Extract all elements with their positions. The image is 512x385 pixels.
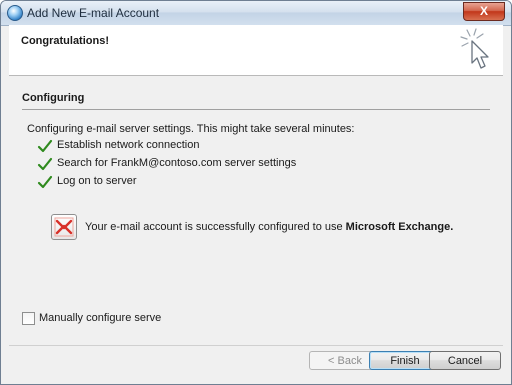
section-divider — [22, 109, 490, 110]
wizard-header: Congratulations! — [9, 25, 503, 76]
wizard-content: Configuring Configuring e-mail server se… — [9, 76, 503, 346]
result-text-body: Your e-mail account is successfully conf… — [85, 221, 346, 233]
result-message: Your e-mail account is successfully conf… — [51, 214, 491, 242]
window-title: Add New E-mail Account — [27, 6, 160, 20]
page-title: Congratulations! — [21, 35, 109, 47]
close-button[interactable]: X — [463, 2, 505, 21]
step-label: Search for FrankM@contoso.com server set… — [57, 157, 297, 169]
dialog-window: Add New E-mail Account X Congratulations… — [0, 0, 512, 385]
cancel-button[interactable]: Cancel — [429, 351, 501, 370]
section-title: Configuring — [22, 92, 85, 104]
title-bar[interactable]: Add New E-mail Account X — [1, 1, 511, 26]
outlook-icon — [7, 5, 23, 21]
green-checkmark-icon — [37, 157, 53, 171]
green-checkmark-icon — [37, 139, 53, 153]
result-text: Your e-mail account is successfully conf… — [85, 221, 453, 233]
manual-config-label[interactable]: Manually configure server settings — [39, 312, 161, 324]
footer-divider — [9, 345, 503, 346]
exchange-icon — [51, 214, 77, 240]
step-label: Establish network connection — [57, 139, 200, 151]
step-label: Log on to server — [57, 175, 137, 187]
green-checkmark-icon — [37, 175, 53, 189]
manual-config-checkbox[interactable] — [22, 312, 35, 325]
wizard-sparkle-cursor-icon — [460, 28, 489, 69]
server-type: Microsoft Exchange. — [345, 221, 454, 233]
progress-intro-text: Configuring e-mail server settings. This… — [27, 123, 355, 135]
